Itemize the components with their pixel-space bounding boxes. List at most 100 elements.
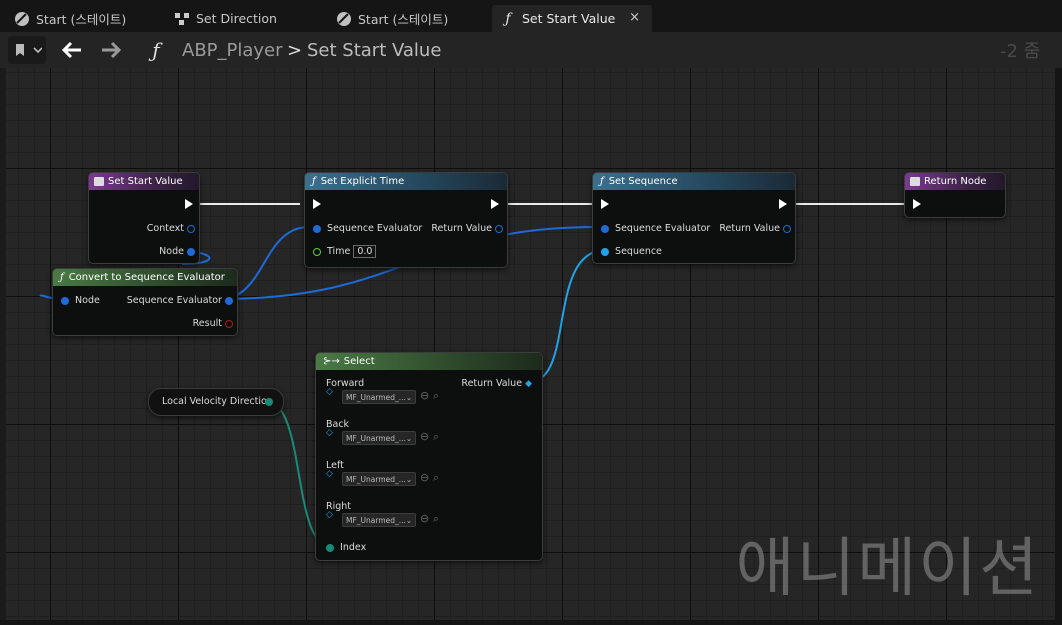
- bookmark-button[interactable]: [8, 36, 46, 64]
- option-left-pin[interactable]: ◇: [326, 469, 333, 479]
- time-pin[interactable]: Time 0.0: [313, 245, 377, 258]
- search-icon[interactable]: ⌕: [433, 471, 439, 485]
- select-node[interactable]: ⊱→ Select Return Value ◆ Forward ◇ MF_Un…: [315, 352, 543, 561]
- local-velocity-direction-node[interactable]: Local Velocity Direction: [148, 388, 284, 416]
- node-title: Set Explicit Time: [320, 176, 405, 187]
- return-node[interactable]: Return Node: [904, 172, 1006, 218]
- pin-dot: [326, 543, 334, 552]
- function-icon: ƒ: [505, 10, 511, 27]
- node-title: Set Sequence: [608, 176, 678, 187]
- back-button[interactable]: [60, 38, 84, 62]
- pin-dot: [187, 247, 195, 256]
- pin-label: Node: [75, 295, 100, 306]
- pin-dot: [495, 224, 503, 233]
- set-explicit-time-node[interactable]: ƒ Set Explicit Time Sequence Evaluator R…: [304, 172, 508, 268]
- sequence-evaluator-in-pin[interactable]: Sequence Evaluator: [601, 223, 710, 234]
- exec-out-pin[interactable]: [185, 199, 193, 209]
- chevron-down-icon: ⌄: [405, 392, 413, 402]
- pin-label: Index: [340, 542, 367, 553]
- node-pin[interactable]: Node: [159, 246, 195, 257]
- sequence-evaluator-in-pin[interactable]: Sequence Evaluator: [313, 223, 422, 234]
- node-title: Convert to Sequence Evaluator: [68, 272, 225, 283]
- dropdown-value: MF_Unarmed_...: [346, 515, 406, 525]
- result-pin[interactable]: Result: [193, 318, 233, 329]
- dropdown-value: MF_Unarmed_...: [346, 392, 406, 402]
- return-value-pin[interactable]: Return Value: [719, 223, 791, 234]
- exec-out-pin[interactable]: [491, 199, 499, 209]
- pin-dot: [61, 296, 69, 305]
- exec-in-pin[interactable]: [601, 199, 609, 209]
- node-in-pin[interactable]: Node: [61, 295, 100, 306]
- state-icon: [14, 11, 30, 27]
- node-header: Set Start Value: [89, 173, 199, 190]
- option-forward-dropdown[interactable]: MF_Unarmed_... ⌄: [342, 390, 416, 404]
- bookmark-icon: [16, 44, 42, 56]
- state-icon: [336, 11, 352, 27]
- search-icon[interactable]: ⌕: [433, 389, 439, 403]
- option-back-pin[interactable]: ◇: [326, 428, 333, 438]
- node-header: ƒ Set Explicit Time: [305, 173, 507, 190]
- breadcrumb-root[interactable]: ABP_Player: [182, 38, 283, 62]
- pin-dot: [601, 224, 609, 233]
- arrow-left-icon: [61, 41, 81, 59]
- return-value-pin[interactable]: Return Value ◆: [461, 378, 532, 389]
- tab-set-start-value[interactable]: ƒ Set Start Value ×: [492, 5, 652, 32]
- context-pin[interactable]: Context: [147, 223, 195, 234]
- set-sequence-node[interactable]: ƒ Set Sequence Sequence Evaluator Return…: [592, 172, 796, 264]
- graph-icon: [174, 11, 190, 27]
- tab-set-direction[interactable]: Set Direction: [166, 5, 326, 32]
- zoom-level: -2 줌: [1000, 41, 1041, 62]
- pin-dot: [265, 398, 273, 406]
- variable-out-pin[interactable]: [265, 398, 273, 406]
- tab-start-state-2[interactable]: Start (스테이트): [328, 5, 488, 32]
- sequence-evaluator-out-pin[interactable]: Sequence Evaluator: [127, 295, 233, 306]
- option-forward-pin[interactable]: ◇: [326, 387, 333, 397]
- exec-in-pin[interactable]: [313, 199, 321, 209]
- browse-icon[interactable]: ⊖: [420, 430, 429, 443]
- function-icon: ƒ: [152, 38, 160, 62]
- function-result-icon: [910, 177, 920, 186]
- select-icon: ⊱→: [323, 356, 340, 367]
- forward-button[interactable]: [99, 38, 123, 62]
- close-icon[interactable]: ×: [629, 10, 640, 25]
- function-icon: ƒ: [312, 176, 316, 187]
- node-title: Set Start Value: [108, 176, 183, 187]
- chevron-down-icon: ⌄: [405, 474, 413, 484]
- search-icon[interactable]: ⌕: [433, 512, 439, 526]
- exec-in-pin[interactable]: [913, 199, 921, 209]
- function-icon: ƒ: [60, 272, 64, 283]
- tab-label: Set Start Value: [522, 11, 616, 26]
- tab-label: Start (스테이트): [36, 12, 127, 27]
- pin-label: Sequence Evaluator: [327, 223, 423, 234]
- watermark: 애니메이션: [735, 532, 1040, 606]
- pin-dot: [601, 247, 609, 256]
- pin-label: Time: [327, 246, 351, 257]
- scrollbar-track: [1055, 68, 1062, 620]
- sequence-pin[interactable]: Sequence: [601, 246, 662, 257]
- return-value-pin[interactable]: Return Value: [431, 223, 503, 234]
- browse-icon[interactable]: ⊖: [420, 471, 429, 484]
- option-right-pin[interactable]: ◇: [326, 510, 333, 520]
- tab-start-state-1[interactable]: Start (스테이트): [6, 5, 161, 32]
- variable-label: Local Velocity Direction: [162, 396, 273, 407]
- option-right-dropdown[interactable]: MF_Unarmed_... ⌄: [342, 513, 416, 527]
- pin-label: Sequence Evaluator: [615, 223, 711, 234]
- index-pin[interactable]: Index: [326, 542, 366, 553]
- browse-icon[interactable]: ⊖: [420, 512, 429, 525]
- convert-to-sequence-evaluator-node[interactable]: ƒ Convert to Sequence Evaluator Node Seq…: [52, 268, 238, 336]
- option-back-dropdown[interactable]: MF_Unarmed_... ⌄: [342, 431, 416, 445]
- option-left-dropdown[interactable]: MF_Unarmed_... ⌄: [342, 472, 416, 486]
- browse-icon[interactable]: ⊖: [420, 389, 429, 402]
- arrow-right-icon: [102, 41, 122, 59]
- node-header: ƒ Set Sequence: [593, 173, 795, 190]
- breadcrumb-separator: >: [287, 39, 303, 61]
- time-input[interactable]: 0.0: [353, 245, 377, 258]
- node-header: Return Node: [905, 173, 1005, 190]
- tab-bar: Start (스테이트) Set Direction Start (스테이트) …: [0, 0, 1062, 32]
- node-header: ⊱→ Select: [316, 353, 542, 370]
- exec-out-pin[interactable]: [779, 199, 787, 209]
- function-entry-icon: [94, 177, 104, 186]
- search-icon[interactable]: ⌕: [433, 430, 439, 444]
- dropdown-value: MF_Unarmed_...: [346, 433, 406, 443]
- set-start-value-node[interactable]: Set Start Value Context Node: [88, 172, 200, 264]
